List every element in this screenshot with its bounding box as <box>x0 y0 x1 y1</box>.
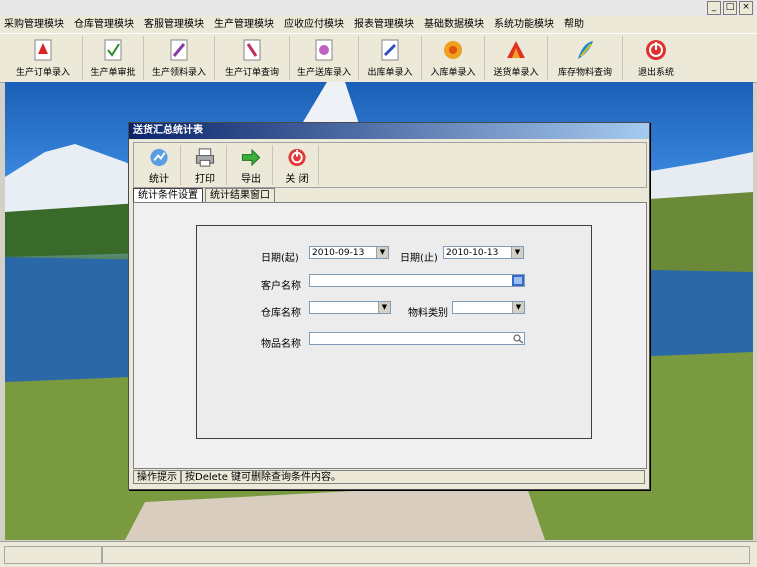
material-type-select[interactable]: ▼ <box>452 301 525 314</box>
warehouse-label: 仓库名称 <box>261 308 301 319</box>
toolbar-label: 库存物料查询 <box>557 68 612 78</box>
conditions-panel: 日期(起) 2010-09-13 ▼ 日期(止) 2010-10-13 ▼ 客户… <box>133 202 647 469</box>
delivery-summary-dialog: 送货汇总统计表 统计 打印 导出 关 闭 统计条件设置 统计结果窗口 日期(起)… <box>128 122 650 490</box>
main-toolbar: 生产订单录入 生产单审批 生产领料录入 生产订单查询 生产送库录入 出库单录入 … <box>0 33 757 83</box>
stats-label: 统计 <box>149 174 169 185</box>
stats-icon <box>150 148 168 167</box>
chevron-down-icon[interactable]: ▼ <box>511 247 523 258</box>
material-type-label: 物料类别 <box>408 308 448 319</box>
toolbar-label: 生产单审批 <box>90 68 136 78</box>
status-cell-2 <box>102 546 750 564</box>
exit-system-button[interactable]: 退出系统 <box>623 36 689 80</box>
dialog-title: 送货汇总统计表 <box>129 123 649 139</box>
status-cell-1 <box>4 546 102 564</box>
item-label: 物品名称 <box>261 339 301 350</box>
menu-bar: 采购管理模块 仓库管理模块 客服管理模块 生产管理模块 应收应付模块 报表管理模… <box>0 16 757 33</box>
toolbar-label: 退出系统 <box>637 68 674 78</box>
close-window-button[interactable]: × <box>739 1 753 15</box>
app-statusbar <box>0 541 757 567</box>
menu-reports[interactable]: 报表管理模块 <box>350 16 418 33</box>
app-titlebar: _ □ × <box>0 0 757 16</box>
production-order-query-button[interactable]: 生产订单查询 <box>215 36 290 80</box>
date-to-label: 日期(止) <box>400 253 438 264</box>
toolbar-label: 生产送库录入 <box>296 68 351 78</box>
warehouse-select[interactable]: ▼ <box>309 301 391 314</box>
toolbar-label: 生产订单查询 <box>224 68 279 78</box>
menu-warehouse[interactable]: 仓库管理模块 <box>70 16 138 33</box>
power-icon <box>288 148 306 167</box>
menu-production[interactable]: 生产管理模块 <box>210 16 278 33</box>
search-icon[interactable] <box>512 333 524 344</box>
dialog-tabs: 统计条件设置 统计结果窗口 <box>133 187 645 203</box>
production-delivery-button[interactable]: 生产送库录入 <box>290 36 359 80</box>
dialog-toolbar: 统计 打印 导出 关 闭 <box>133 142 647 188</box>
date-from-picker[interactable]: 2010-09-13 ▼ <box>309 246 389 259</box>
flower-icon <box>444 41 462 59</box>
approve-doc-icon <box>104 39 122 61</box>
printer-icon <box>195 148 215 167</box>
material-requisition-button[interactable]: 生产领料录入 <box>144 36 215 80</box>
menu-system[interactable]: 系统功能模块 <box>490 16 558 33</box>
exit-icon <box>646 40 666 60</box>
production-approval-button[interactable]: 生产单审批 <box>83 36 144 80</box>
status-hint: 按Delete 键可删除查询条件内容。 <box>181 470 645 484</box>
delivery-note-button[interactable]: 送货单录入 <box>485 36 548 80</box>
browse-icon[interactable] <box>512 275 524 286</box>
inbound-entry-button[interactable]: 入库单录入 <box>422 36 485 80</box>
outbound-entry-button[interactable]: 出库单录入 <box>359 36 422 80</box>
export-button[interactable]: 导出 <box>230 145 273 185</box>
window-controls: _ □ × <box>707 1 753 15</box>
menu-receivable-payable[interactable]: 应收应付模块 <box>280 16 348 33</box>
print-label: 打印 <box>195 174 215 185</box>
print-button[interactable]: 打印 <box>184 145 227 185</box>
menu-help[interactable]: 帮助 <box>560 16 588 33</box>
delivery-doc-icon <box>315 39 333 61</box>
minimize-button[interactable]: _ <box>707 1 721 15</box>
tab-stat-results[interactable]: 统计结果窗口 <box>205 188 275 202</box>
query-doc-icon <box>243 39 261 61</box>
close-dialog-button[interactable]: 关 闭 <box>276 145 319 185</box>
inventory-query-button[interactable]: 库存物料查询 <box>548 36 623 80</box>
toolbar-label: 生产领料录入 <box>151 68 206 78</box>
material-doc-icon <box>170 39 188 61</box>
menu-purchase[interactable]: 采购管理模块 <box>0 16 68 33</box>
pdf-document-icon <box>34 39 52 61</box>
production-order-entry-button[interactable]: 生产订单录入 <box>4 36 83 80</box>
dialog-statusbar: 操作提示 按Delete 键可删除查询条件内容。 <box>133 470 645 486</box>
toolbar-label: 送货单录入 <box>493 68 539 78</box>
status-label: 操作提示 <box>133 470 181 484</box>
arrow-right-icon <box>241 148 261 167</box>
item-search-field[interactable] <box>309 332 525 345</box>
maximize-button[interactable]: □ <box>723 1 737 15</box>
chevron-down-icon[interactable]: ▼ <box>512 302 524 313</box>
chevron-down-icon[interactable]: ▼ <box>376 247 388 258</box>
date-from-label: 日期(起) <box>261 253 299 264</box>
close-label: 关 闭 <box>285 174 309 185</box>
bird-icon <box>507 41 525 58</box>
date-from-value: 2010-09-13 <box>312 248 365 258</box>
export-label: 导出 <box>241 174 261 185</box>
customer-field[interactable] <box>309 274 525 287</box>
menu-customer-service[interactable]: 客服管理模块 <box>140 16 208 33</box>
customer-label: 客户名称 <box>261 281 301 292</box>
chevron-down-icon[interactable]: ▼ <box>378 302 390 313</box>
outbound-doc-icon <box>381 39 399 61</box>
toolbar-label: 入库单录入 <box>430 68 476 78</box>
date-to-value: 2010-10-13 <box>446 248 499 258</box>
menu-base-data[interactable]: 基础数据模块 <box>420 16 488 33</box>
date-to-picker[interactable]: 2010-10-13 ▼ <box>443 246 524 259</box>
stats-button[interactable]: 统计 <box>138 145 181 185</box>
conditions-groupbox: 日期(起) 2010-09-13 ▼ 日期(止) 2010-10-13 ▼ 客户… <box>196 225 592 439</box>
toolbar-label: 生产订单录入 <box>15 68 70 78</box>
tab-stat-conditions[interactable]: 统计条件设置 <box>133 188 203 202</box>
toolbar-label: 出库单录入 <box>367 68 413 78</box>
feather-icon <box>578 41 593 59</box>
